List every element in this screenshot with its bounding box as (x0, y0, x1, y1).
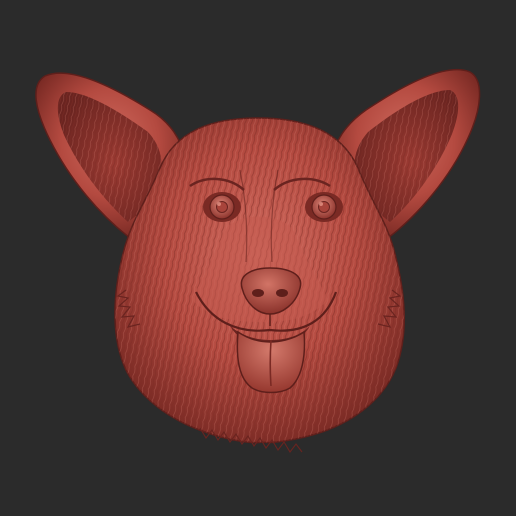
right-eye (305, 192, 343, 222)
tongue (236, 330, 306, 394)
left-eye (203, 192, 241, 222)
sculpt-viewport[interactable] (0, 0, 516, 516)
dog-head-sculpture (35, 68, 481, 453)
